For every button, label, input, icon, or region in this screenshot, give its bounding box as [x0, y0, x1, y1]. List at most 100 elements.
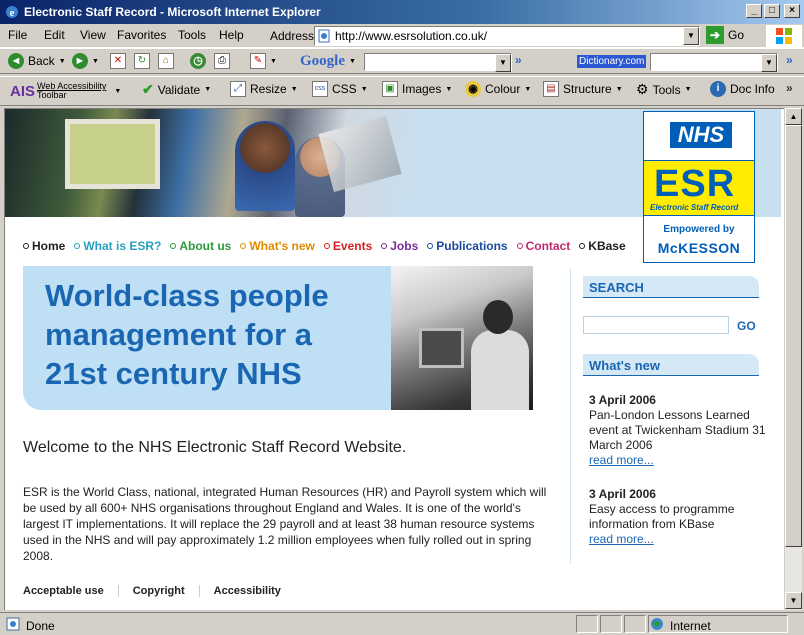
ais-images-label: Images	[402, 82, 442, 96]
ais-dropdown-icon[interactable]: ▼	[114, 88, 121, 95]
ais-colour-menu[interactable]: ◉ Colour ▼	[465, 81, 531, 97]
history-icon: ◷	[190, 53, 206, 69]
ais-structure-menu[interactable]: ▤ Structure ▼	[543, 81, 623, 97]
banner-photo	[391, 266, 533, 410]
menu-help[interactable]: Help	[219, 28, 244, 42]
nav-whats-new[interactable]: What's new	[240, 239, 315, 253]
ie-icon: e	[4, 4, 20, 20]
nav-kbase[interactable]: KBase	[579, 239, 626, 253]
scroll-down-icon[interactable]: ▼	[785, 592, 802, 609]
nav-events-label: Events	[332, 239, 373, 253]
welcome-heading: Welcome to the NHS Electronic Staff Reco…	[23, 439, 407, 456]
edit-button[interactable]: ✎ ▼	[250, 53, 277, 69]
structure-dropdown-icon[interactable]: ▼	[616, 86, 623, 93]
footer-links: Acceptable use Copyright Accessibility	[23, 585, 295, 597]
print-button[interactable]: ⎙	[214, 53, 230, 69]
history-button[interactable]: ◷	[190, 53, 206, 69]
site-search-input[interactable]	[583, 316, 729, 334]
css-icon: css	[312, 81, 328, 97]
tools-dropdown-icon[interactable]: ▼	[685, 86, 692, 93]
info-icon: i	[710, 81, 726, 97]
back-dropdown-icon[interactable]: ▼	[59, 58, 66, 65]
google-toolbar-chevron[interactable]: »	[515, 53, 522, 67]
news-read-more-link[interactable]: read more...	[589, 532, 654, 546]
home-button[interactable]: ⌂	[158, 53, 174, 69]
banner-photo-monitor	[419, 328, 464, 368]
nav-what-is-esr-label: What is ESR?	[83, 239, 162, 253]
photo-doctor	[235, 121, 295, 211]
nav-contact[interactable]: Contact	[516, 239, 570, 253]
nav-whats-new-label: What's new	[249, 239, 315, 253]
css-dropdown-icon[interactable]: ▼	[361, 86, 368, 93]
main-nav: Home What is ESR? About us What's new Ev…	[23, 239, 635, 253]
ais-validate-menu[interactable]: ✔ Validate ▼	[142, 81, 211, 98]
photo-xray	[318, 115, 402, 193]
ais-toolbar-chevron[interactable]: »	[786, 81, 793, 95]
address-dropdown-icon[interactable]: ▼	[683, 27, 699, 45]
esr-logo-text: ESR	[654, 163, 736, 205]
ais-docinfo-button[interactable]: i Doc Info	[710, 81, 775, 97]
google-button[interactable]: Google ▼	[300, 53, 356, 70]
ais-css-menu[interactable]: css CSS ▼	[312, 81, 368, 97]
back-button[interactable]: ◄ Back ▼	[8, 53, 66, 69]
maximize-button[interactable]: □	[764, 4, 780, 18]
menu-view[interactable]: View	[80, 28, 106, 42]
forward-arrow-icon: ►	[72, 53, 88, 69]
refresh-button[interactable]: ↻	[134, 53, 150, 69]
ais-tools-menu[interactable]: ⚙ Tools ▼	[636, 81, 692, 98]
security-zone: Internet	[650, 617, 711, 634]
close-button[interactable]: ×	[784, 4, 800, 18]
colour-palette-icon: ◉	[465, 81, 481, 97]
ais-images-menu[interactable]: ▣ Images ▼	[382, 81, 452, 97]
nav-events[interactable]: Events	[323, 239, 373, 253]
images-dropdown-icon[interactable]: ▼	[445, 86, 452, 93]
page-done-icon	[6, 617, 20, 634]
menu-tools[interactable]: Tools	[178, 28, 206, 42]
resize-dropdown-icon[interactable]: ▼	[291, 86, 298, 93]
news-read-more-link[interactable]: read more...	[589, 453, 654, 467]
dictionary-dropdown-icon[interactable]: ▼	[761, 54, 777, 72]
footer-link-copyright[interactable]: Copyright	[117, 585, 199, 597]
ais-logo[interactable]: AIS Web Accessibility Toolbar ▼	[10, 82, 121, 100]
go-button[interactable]: ➔ Go	[706, 26, 744, 44]
nav-jobs[interactable]: Jobs	[381, 239, 418, 253]
nav-bullet-icon	[381, 243, 388, 249]
edit-dropdown-icon[interactable]: ▼	[270, 58, 277, 65]
dictionary-toolbar-chevron[interactable]: »	[786, 53, 793, 67]
scrollbar-thumb[interactable]	[785, 125, 802, 547]
status-cell	[576, 615, 598, 633]
title-bar: e Electronic Staff Record - Microsoft In…	[0, 0, 804, 24]
menu-file[interactable]: File	[8, 28, 27, 42]
search-heading: SEARCH	[583, 276, 759, 298]
address-url[interactable]: http://www.esrsolution.co.uk/	[335, 29, 487, 43]
intro-paragraph: ESR is the World Class, national, integr…	[23, 485, 547, 563]
stop-button[interactable]: ✕	[110, 53, 126, 69]
mckesson-logo: McKESSON	[657, 240, 741, 256]
window-title: Electronic Staff Record - Microsoft Inte…	[24, 5, 321, 19]
site-search-go-button[interactable]: GO	[737, 319, 756, 333]
menu-favorites[interactable]: Favorites	[117, 28, 166, 42]
colour-dropdown-icon[interactable]: ▼	[524, 86, 531, 93]
footer-link-acceptable-use[interactable]: Acceptable use	[23, 585, 118, 597]
go-label: Go	[728, 28, 745, 42]
ais-resize-menu[interactable]: ⤢ Resize ▼	[230, 81, 298, 97]
forward-dropdown-icon[interactable]: ▼	[92, 58, 99, 65]
nav-what-is-esr[interactable]: What is ESR?	[74, 239, 161, 253]
dictionary-label[interactable]: Dictionary.com	[577, 55, 647, 68]
dictionary-search-input[interactable]: ▼	[650, 53, 778, 72]
esr-logo[interactable]: NHS ESR Electronic Staff Record Empowere…	[643, 111, 755, 263]
menu-edit[interactable]: Edit	[44, 28, 65, 42]
address-bar[interactable]: http://www.esrsolution.co.uk/ ▼	[314, 26, 700, 46]
minimize-button[interactable]: _	[746, 4, 762, 18]
validate-dropdown-icon[interactable]: ▼	[204, 86, 211, 93]
google-dropdown-icon[interactable]: ▼	[349, 58, 356, 65]
google-search-input[interactable]: ▼	[364, 53, 512, 72]
nav-home[interactable]: Home	[23, 239, 65, 253]
scroll-up-icon[interactable]: ▲	[785, 108, 802, 125]
forward-button[interactable]: ► ▼	[72, 53, 99, 69]
google-search-dropdown-icon[interactable]: ▼	[495, 54, 511, 72]
footer-link-accessibility[interactable]: Accessibility	[198, 585, 295, 597]
vertical-scrollbar[interactable]: ▲ ▼	[784, 108, 802, 610]
nav-publications[interactable]: Publications	[427, 239, 508, 253]
nav-about-us[interactable]: About us	[170, 239, 231, 253]
